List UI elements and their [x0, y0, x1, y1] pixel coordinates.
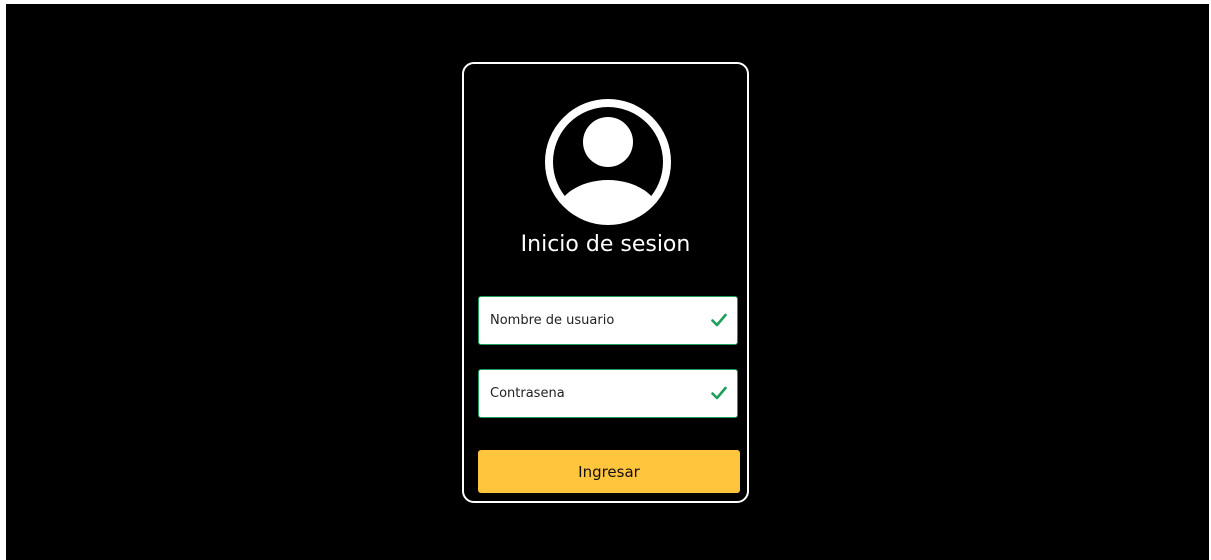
checkmark-icon — [711, 386, 727, 400]
user-avatar-icon — [545, 99, 671, 225]
password-input[interactable] — [479, 370, 699, 417]
username-field-wrapper — [478, 296, 738, 345]
checkmark-icon — [711, 313, 727, 327]
login-card: Inicio de sesion Ingresar — [462, 62, 749, 503]
page-title: Inicio de sesion — [520, 232, 691, 257]
submit-button[interactable]: Ingresar — [478, 450, 740, 493]
page-background: Inicio de sesion Ingresar — [6, 4, 1209, 560]
password-field-wrapper — [478, 369, 738, 418]
username-input[interactable] — [479, 297, 699, 344]
